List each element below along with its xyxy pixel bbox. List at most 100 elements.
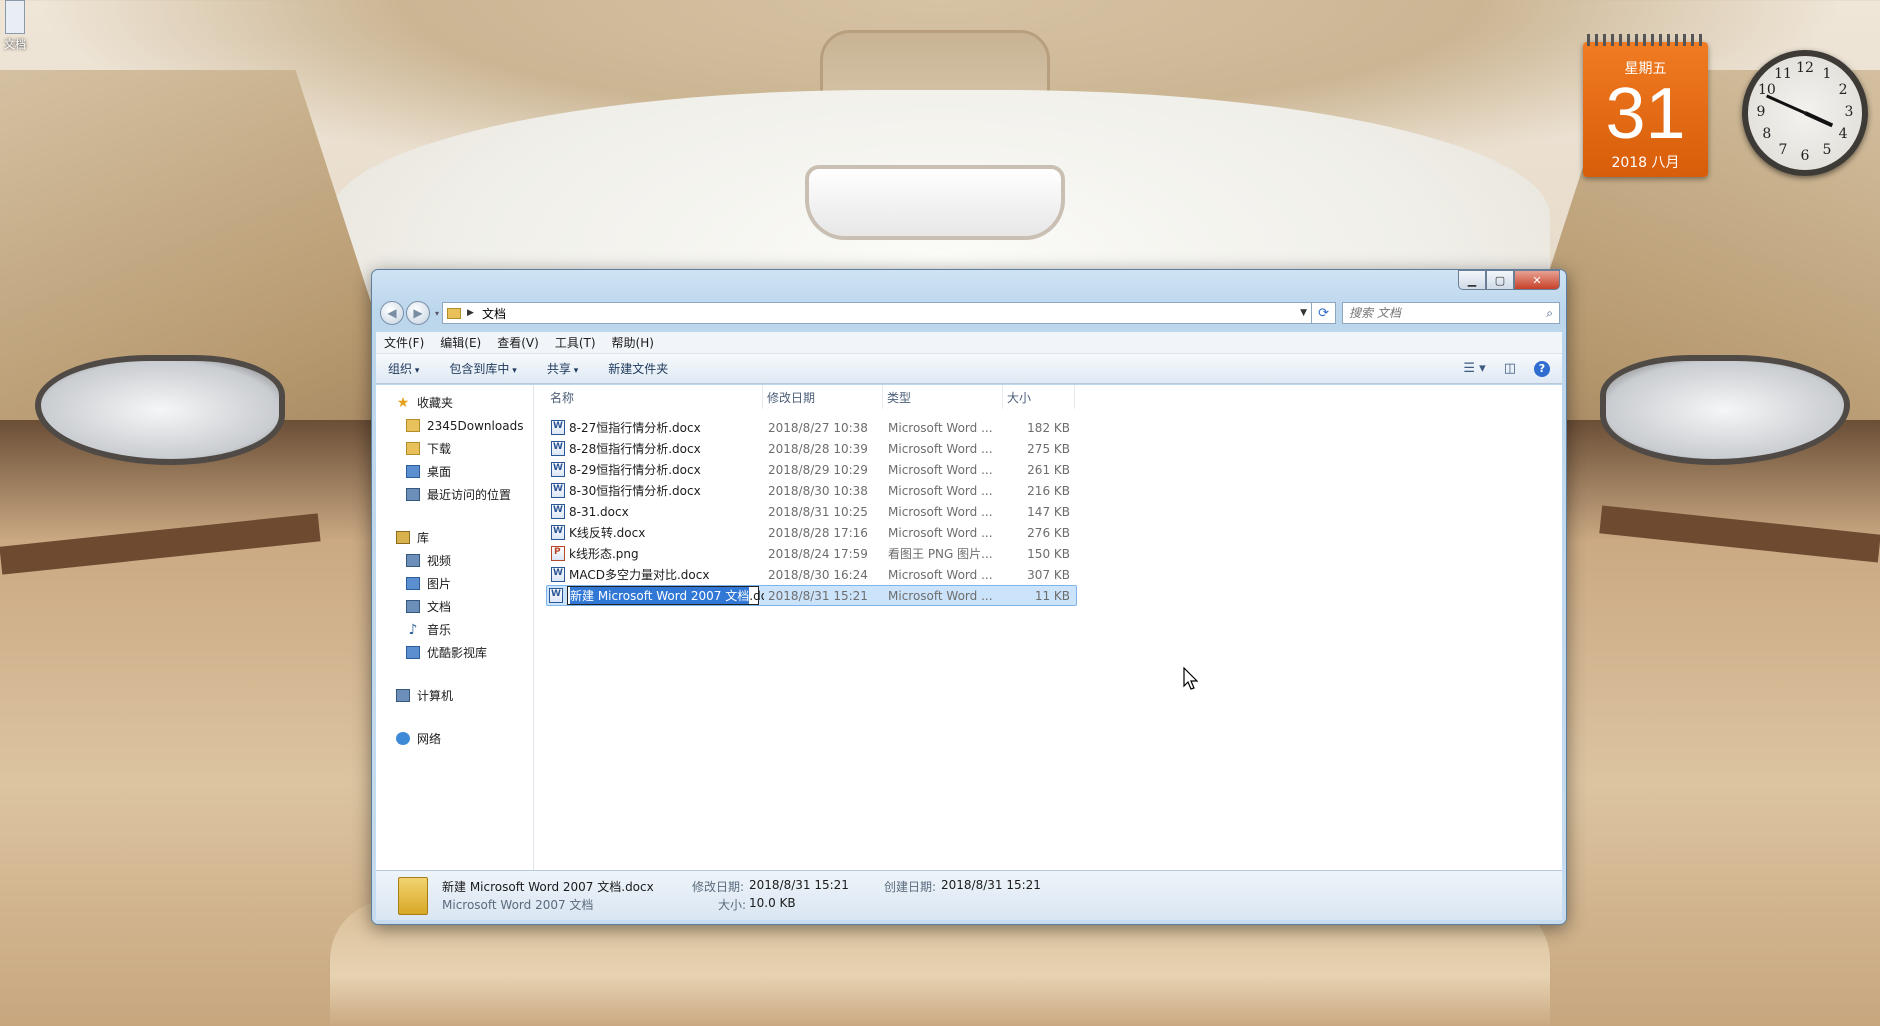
nav-computer[interactable]: 计算机 — [376, 684, 533, 707]
help-icon[interactable]: ? — [1534, 360, 1550, 377]
search-icon[interactable]: ⌕ — [1546, 306, 1553, 321]
word-file-icon — [551, 525, 565, 540]
column-header-name[interactable]: 名称 — [546, 385, 763, 409]
nav-network[interactable]: 网络 — [376, 727, 533, 750]
preview-pane-icon[interactable]: ◫ — [1504, 361, 1516, 376]
nav-item-desktop[interactable]: 桌面 — [376, 460, 533, 483]
file-row-renaming[interactable]: 新建 Microsoft Word 2007 文档.docx 2018/8/31 … — [546, 585, 1077, 606]
close-icon: ✕ — [1532, 273, 1542, 287]
clock-number: 11 — [1774, 65, 1792, 82]
nav-computer-label: 计算机 — [417, 689, 454, 703]
file-size: 275 KB — [1027, 441, 1070, 456]
file-name-cell[interactable]: 8-31.docx — [547, 504, 764, 519]
file-row[interactable]: 8-31.docx 2018/8/31 10:25 Microsoft Word .… — [546, 501, 1077, 522]
file-row[interactable]: 8-30恒指行情分析.docx 2018/8/30 10:38 Microsoft … — [546, 480, 1077, 501]
forward-button[interactable]: ▶ — [406, 301, 430, 325]
file-date: 2018/8/29 10:29 — [768, 462, 868, 477]
column-header-size[interactable]: 大小 — [1003, 385, 1075, 409]
file-name-cell[interactable]: 新建 Microsoft Word 2007 文档.docx — [547, 586, 764, 605]
clock-number: 4 — [1838, 126, 1848, 142]
nav-item-videos[interactable]: 视频 — [376, 549, 533, 572]
details-modified-value: 2018/8/31 15:21 — [749, 878, 849, 892]
nav-item-pictures[interactable]: 图片 — [376, 572, 533, 595]
recent-places-icon — [406, 488, 420, 501]
nav-item-music[interactable]: ♪ 音乐 — [376, 618, 533, 641]
view-options-icon[interactable]: ☰ ▾ — [1463, 361, 1485, 376]
computer-icon — [396, 689, 410, 702]
details-created-value: 2018/8/31 15:21 — [941, 878, 1041, 892]
file-row[interactable]: 8-29恒指行情分析.docx 2018/8/29 10:29 Microsoft … — [546, 459, 1077, 480]
close-button[interactable]: ✕ — [1514, 270, 1560, 290]
file-name-cell[interactable]: K线反转.docx — [547, 524, 764, 541]
file-size: 216 KB — [1027, 483, 1070, 498]
file-size: 150 KB — [1027, 546, 1070, 561]
calendar-year-month: 2018 八月 — [1611, 155, 1680, 171]
clock-number: 9 — [1756, 104, 1766, 120]
desktop-icon-documents[interactable]: 文档 — [0, 0, 30, 52]
nav-favorites[interactable]: ★ 收藏夹 — [376, 391, 533, 414]
file-type: Microsoft Word ... — [888, 420, 993, 435]
nav-item-2345downloads[interactable]: 2345Downloads — [376, 414, 533, 437]
file-row[interactable]: k线形态.png 2018/8/24 17:59 看图王 PNG 图片... 150 … — [546, 543, 1077, 564]
clock-number: 2 — [1838, 82, 1848, 98]
word-file-icon — [551, 441, 565, 456]
nav-group-libraries: 库 视频 图片 文档 ♪ 音乐 优酷影视库 — [376, 526, 533, 664]
rename-selected-text: 新建 Microsoft Word 2007 文档 — [570, 587, 750, 604]
clock-gadget[interactable]: 12 1 2 3 4 5 6 7 8 9 10 11 — [1742, 50, 1868, 176]
column-headers: 名称 修改日期 类型 大小 — [546, 385, 1075, 409]
file-row[interactable]: 8-28恒指行情分析.docx 2018/8/28 10:39 Microsoft … — [546, 438, 1077, 459]
address-dropdown-icon[interactable]: ▼ — [1300, 308, 1307, 318]
file-name-cell[interactable]: 8-29恒指行情分析.docx — [547, 461, 764, 478]
nav-item-youku-library[interactable]: 优酷影视库 — [376, 641, 533, 664]
file-name-cell[interactable]: 8-28恒指行情分析.docx — [547, 440, 764, 457]
rename-input[interactable]: 新建 Microsoft Word 2007 文档.docx — [567, 586, 764, 605]
menu-tools[interactable]: 工具(T) — [555, 334, 596, 351]
menu-edit[interactable]: 编辑(E) — [440, 334, 481, 351]
breadcrumb-arrow-icon[interactable]: ▶ — [467, 308, 474, 318]
search-box[interactable]: ⌕ — [1342, 302, 1560, 324]
nav-network-label: 网络 — [417, 732, 442, 746]
file-name-cell[interactable]: MACD多空力量对比.docx — [547, 566, 764, 583]
file-name-cell[interactable]: 8-27恒指行情分析.docx — [547, 419, 764, 436]
column-header-date[interactable]: 修改日期 — [763, 385, 883, 409]
nav-libraries[interactable]: 库 — [376, 526, 533, 549]
file-row[interactable]: 8-27恒指行情分析.docx 2018/8/27 10:38 Microsoft … — [546, 417, 1077, 438]
refresh-button[interactable]: ⟳ — [1312, 302, 1337, 324]
nav-item-recent-places[interactable]: 最近访问的位置 — [376, 483, 533, 506]
nav-item-downloads[interactable]: 下载 — [376, 437, 533, 460]
calendar-gadget[interactable]: 星期五 31 2018 八月 — [1583, 34, 1708, 177]
file-row[interactable]: MACD多空力量对比.docx 2018/8/30 16:24 Microsoft … — [546, 564, 1077, 585]
navigation-pane[interactable]: ★ 收藏夹 2345Downloads 下载 桌面 最近访问的位置 库 视频 图… — [376, 385, 534, 870]
recent-pages-dropdown[interactable]: ▾ — [435, 309, 439, 318]
nav-item-label: 图片 — [427, 577, 452, 591]
minimize-button[interactable]: ▁ — [1458, 270, 1486, 290]
include-in-library-button[interactable]: 包含到库中 — [449, 360, 516, 377]
file-date: 2018/8/24 17:59 — [768, 546, 868, 561]
menu-file[interactable]: 文件(F) — [384, 334, 424, 351]
back-button[interactable]: ◀ — [380, 301, 404, 325]
menu-view[interactable]: 查看(V) — [497, 334, 539, 351]
clock-number: 12 — [1796, 60, 1814, 76]
clock-number: 5 — [1822, 142, 1832, 159]
file-size: 276 KB — [1027, 525, 1070, 540]
music-library-icon: ♪ — [408, 621, 418, 638]
rename-extension: .docx — [749, 588, 764, 603]
folder-icon — [406, 419, 420, 432]
file-name: 8-27恒指行情分析.docx — [569, 421, 701, 435]
share-button[interactable]: 共享 — [547, 360, 578, 377]
new-folder-button[interactable]: 新建文件夹 — [608, 360, 668, 377]
maximize-button[interactable]: ▢ — [1486, 270, 1514, 290]
column-header-type[interactable]: 类型 — [883, 385, 1003, 409]
search-input[interactable] — [1349, 306, 1547, 320]
address-bar[interactable]: ▶ 文档 ▼ — [442, 302, 1313, 324]
nav-item-documents[interactable]: 文档 — [376, 595, 533, 618]
file-row[interactable]: K线反转.docx 2018/8/28 17:16 Microsoft Word .… — [546, 522, 1077, 543]
organize-button[interactable]: 组织 — [388, 360, 419, 377]
menu-help[interactable]: 帮助(H) — [612, 334, 654, 351]
view-controls: ☰ ▾ ◫ ? — [1463, 360, 1550, 377]
file-list-pane[interactable]: 名称 修改日期 类型 大小 8-27恒指行情分析.docx 2018/8/27 1… — [534, 385, 1562, 870]
file-name-cell[interactable]: 8-30恒指行情分析.docx — [547, 482, 764, 499]
file-name-cell[interactable]: k线形态.png — [547, 545, 764, 562]
breadcrumb-path[interactable]: 文档 — [482, 305, 1300, 322]
file-name: 8-28恒指行情分析.docx — [569, 442, 701, 456]
